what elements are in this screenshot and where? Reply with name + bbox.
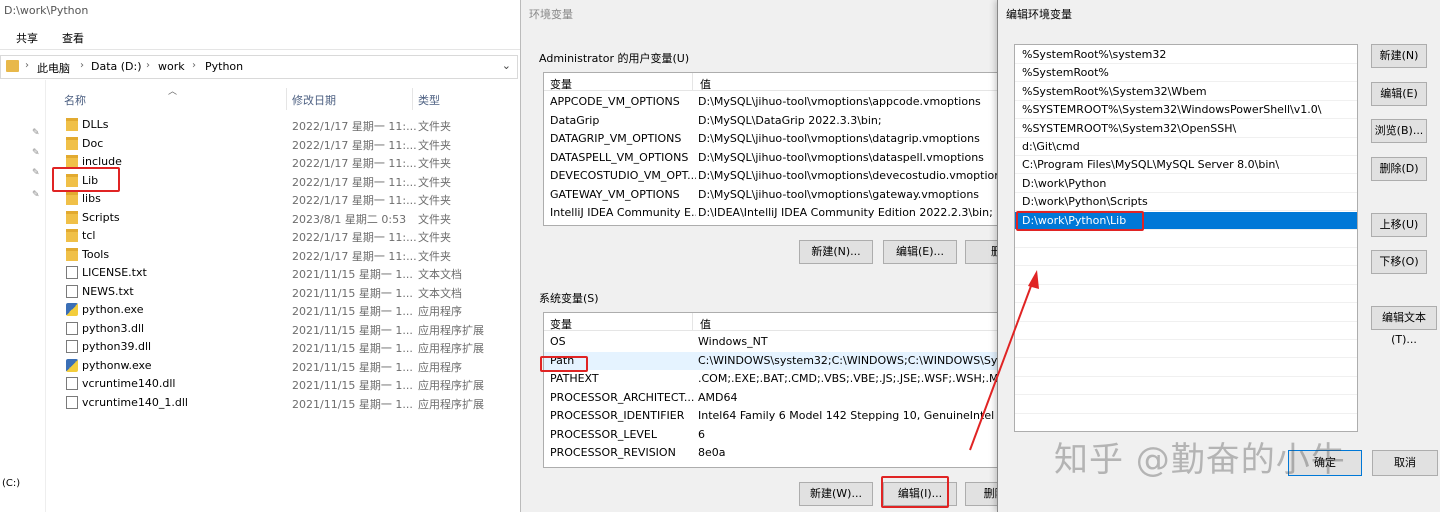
arrow-head	[1028, 270, 1039, 289]
arrow-shaft	[969, 277, 1035, 451]
annotation-arrow	[969, 270, 1039, 451]
